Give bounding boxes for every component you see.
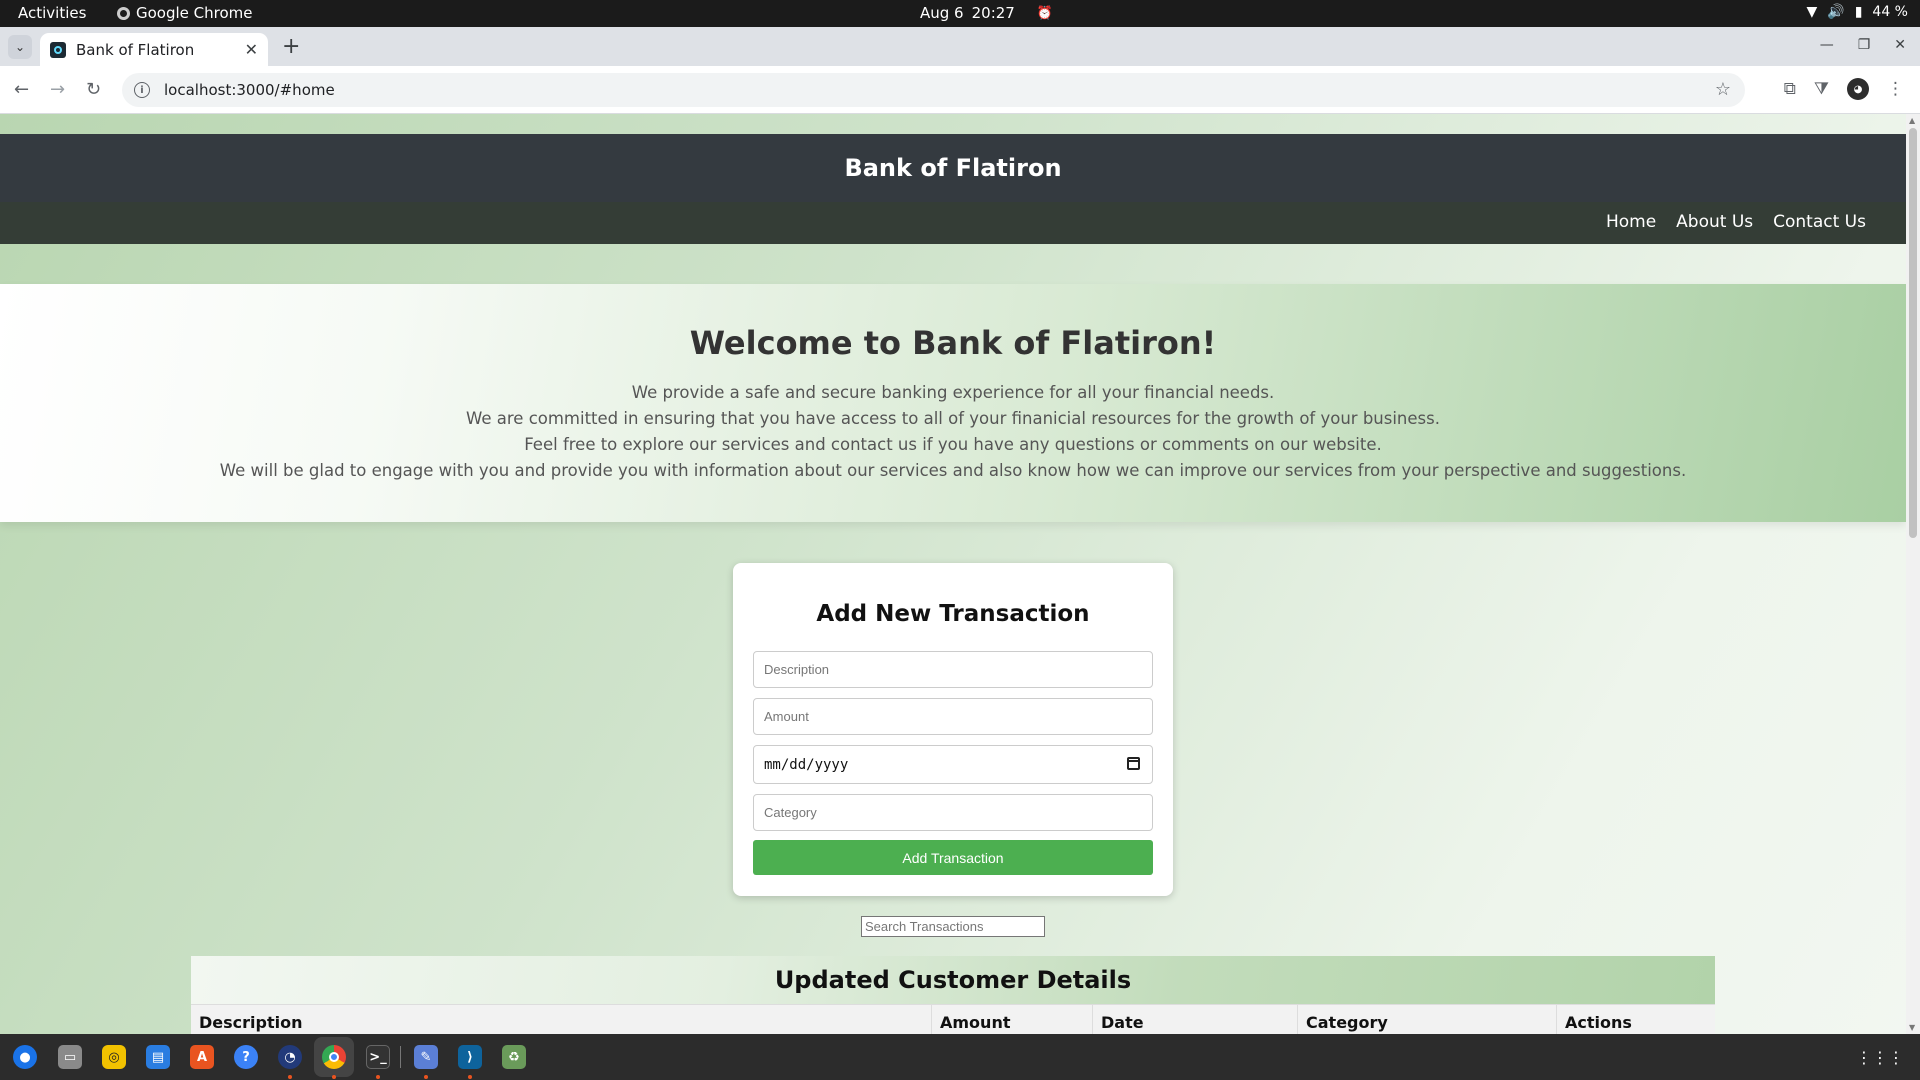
vscode-icon[interactable]: ⟩ <box>458 1045 482 1069</box>
column-header-amount[interactable]: Amount <box>932 1005 1093 1034</box>
amount-input[interactable]: Amount <box>753 698 1153 735</box>
profile-avatar-icon[interactable]: ◕ <box>1847 78 1869 100</box>
scroll-down-icon[interactable]: ▼ <box>1909 1023 1915 1032</box>
clock-time: 20:27 <box>971 4 1015 22</box>
running-indicator <box>376 1075 380 1079</box>
forward-icon[interactable]: → <box>50 79 65 100</box>
welcome-text-line: We will be glad to engage with you and p… <box>219 461 1687 480</box>
clock[interactable]: Aug 6 20:27 ⏰ <box>920 4 1053 22</box>
site-title: Bank of Flatiron <box>844 154 1062 182</box>
help-icon[interactable]: ? <box>234 1045 258 1069</box>
menu-kebab-icon[interactable]: ⋮ <box>1887 79 1904 99</box>
extensions-icon[interactable]: ⧩ <box>1814 79 1829 99</box>
scroll-up-icon[interactable]: ▲ <box>1909 116 1915 125</box>
calendar-icon[interactable] <box>1127 757 1140 770</box>
welcome-section: Welcome to Bank of Flatiron! We provide … <box>0 284 1906 522</box>
chevron-down-icon: ⌄ <box>14 40 26 54</box>
close-tab-icon[interactable]: ✕ <box>245 40 258 59</box>
welcome-heading: Welcome to Bank of Flatiron! <box>689 324 1217 362</box>
battery-percent: 44 % <box>1872 4 1908 20</box>
minimize-icon[interactable]: — <box>1820 37 1834 53</box>
battery-icon: ▮ <box>1854 4 1863 20</box>
column-header-category[interactable]: Category <box>1298 1005 1557 1034</box>
taskbar-dock: ● ▭ ◎ ▤ A ? ◔ >_ ✎ ⟩ ♻ ⋮⋮⋮ <box>0 1034 1920 1080</box>
app-name-label: Google Chrome <box>136 4 253 22</box>
tab-strip: ⌄ Bank of Flatiron ✕ + — ❐ ✕ <box>0 27 1920 66</box>
trash-icon[interactable]: ♻ <box>502 1045 526 1069</box>
close-window-icon[interactable]: ✕ <box>1894 37 1906 53</box>
system-tray[interactable]: ▼ 🔊 ▮ 44 % <box>1806 4 1908 20</box>
files-icon[interactable]: ▭ <box>58 1045 82 1069</box>
welcome-text-line: We provide a safe and secure banking exp… <box>631 383 1275 402</box>
writer-icon[interactable]: ▤ <box>146 1045 170 1069</box>
date-placeholder: mm/dd/yyyy <box>764 756 849 773</box>
terminal-icon[interactable]: >_ <box>366 1045 390 1069</box>
column-header-description[interactable]: Description <box>191 1005 932 1034</box>
reload-icon[interactable]: ↻ <box>86 79 101 100</box>
column-header-actions[interactable]: Actions <box>1557 1005 1715 1034</box>
site-header: Bank of Flatiron <box>0 134 1906 202</box>
chrome-icon[interactable] <box>322 1045 346 1069</box>
welcome-text-line: Feel free to explore our services and co… <box>524 435 1382 454</box>
chrome-small-icon <box>117 6 130 20</box>
restore-icon[interactable]: ❐ <box>1858 37 1871 53</box>
address-bar[interactable]: i localhost:3000/#home ☆ <box>122 73 1745 107</box>
page-scrollbar[interactable]: ▲ ▼ <box>1906 114 1920 1034</box>
date-input[interactable]: mm/dd/yyyy <box>753 745 1153 784</box>
search-transactions-input[interactable]: Search Transactions <box>861 916 1045 937</box>
text-editor-icon[interactable]: ✎ <box>414 1045 438 1069</box>
app-center-icon[interactable]: A <box>190 1045 214 1069</box>
running-indicator <box>288 1075 292 1079</box>
welcome-text-line: We are committed in ensuring that you ha… <box>466 409 1440 428</box>
back-icon[interactable]: ← <box>14 79 29 100</box>
nav-home-link[interactable]: Home <box>1606 212 1656 232</box>
tab-search-button[interactable]: ⌄ <box>8 35 32 59</box>
url-text: localhost:3000/#home <box>164 81 335 99</box>
show-apps-grid-icon[interactable]: ⋮⋮⋮ <box>1856 1048 1904 1067</box>
backup-icon[interactable]: ◔ <box>278 1045 302 1069</box>
table-title: Updated Customer Details <box>191 956 1715 1004</box>
column-header-date[interactable]: Date <box>1093 1005 1298 1034</box>
form-heading: Add New Transaction <box>816 601 1090 627</box>
running-indicator <box>468 1075 472 1079</box>
category-input[interactable]: Category <box>753 794 1153 831</box>
react-favicon-icon <box>50 41 66 58</box>
tab-title: Bank of Flatiron <box>76 40 195 59</box>
activities-button[interactable]: Activities <box>18 4 86 22</box>
browser-toolbar: ← → ↻ i localhost:3000/#home ☆ ⧉ ⧩ ◕ ⋮ <box>0 66 1920 114</box>
bookmark-star-icon[interactable]: ☆ <box>1715 79 1731 100</box>
dock-separator <box>400 1046 401 1068</box>
running-indicator <box>424 1075 428 1079</box>
page-viewport: Bank of Flatiron Home About Us Contact U… <box>0 114 1920 1034</box>
window-controls: — ❐ ✕ <box>1820 37 1906 53</box>
browser-tab[interactable]: Bank of Flatiron ✕ <box>40 33 268 66</box>
site-navbar: Home About Us Contact Us <box>0 202 1906 244</box>
app-menu[interactable]: Google Chrome <box>117 4 253 22</box>
tab-sync-icon[interactable]: ⧉ <box>1784 79 1796 99</box>
alarm-icon: ⏰ <box>1036 5 1054 21</box>
scrollbar-thumb[interactable] <box>1909 128 1917 538</box>
nav-contact-link[interactable]: Contact Us <box>1773 212 1866 232</box>
clock-date: Aug 6 <box>920 4 964 22</box>
volume-icon: 🔊 <box>1827 4 1845 20</box>
add-transaction-form: Add New Transaction Description Amount m… <box>733 563 1173 896</box>
thunderbird-icon[interactable]: ● <box>13 1045 37 1069</box>
site-info-icon[interactable]: i <box>134 82 150 98</box>
rhythmbox-icon[interactable]: ◎ <box>102 1045 126 1069</box>
description-input[interactable]: Description <box>753 651 1153 688</box>
nav-about-link[interactable]: About Us <box>1676 212 1753 232</box>
new-tab-button[interactable]: + <box>282 36 300 58</box>
add-transaction-button[interactable]: Add Transaction <box>753 840 1153 875</box>
table-header-row: Description Amount Date Category Actions <box>191 1004 1715 1034</box>
system-top-bar: Activities Google Chrome Aug 6 20:27 ⏰ ▼… <box>0 0 1920 27</box>
running-indicator <box>332 1075 336 1079</box>
transactions-table: Updated Customer Details Description Amo… <box>191 956 1715 1034</box>
wifi-icon: ▼ <box>1806 4 1818 20</box>
